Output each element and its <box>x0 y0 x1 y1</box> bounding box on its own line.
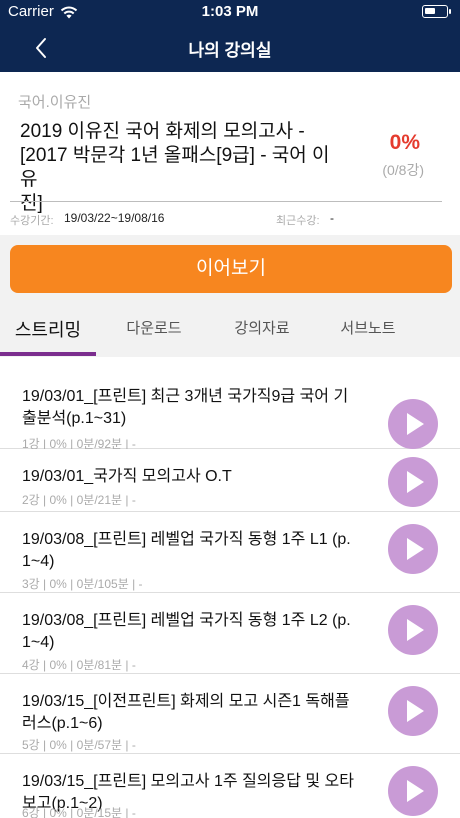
lecture-item[interactable]: 19/03/01_[프린트] 최근 3개년 국가직9급 국어 기 출분석(p.1… <box>0 369 460 451</box>
lecture-title-line: 19/03/01_국가직 모의고사 O.T <box>22 468 232 485</box>
lecture-title-line: 19/03/08_[프린트] 레벨업 국가직 동형 1주 L1 (p. <box>22 531 351 548</box>
lecture-item[interactable]: 19/03/08_[프린트] 레벨업 국가직 동형 1주 L1 (p. 1~4)… <box>0 512 460 593</box>
lecture-title-line: 19/03/15_[이전프린트] 화제의 모고 시즌1 독해플 <box>22 693 350 710</box>
lecture-meta: 3강 | 0% | 0분/105분 | - <box>22 577 143 591</box>
lecture-title: 19/03/15_[이전프린트] 화제의 모고 시즌1 독해플 러스(p.1~6… <box>22 691 382 735</box>
play-button[interactable] <box>388 766 438 816</box>
divider <box>10 201 442 202</box>
lecture-meta: 5강 | 0% | 0분/57분 | - <box>22 738 136 752</box>
recent-value: - <box>330 211 334 225</box>
tab-indicator <box>0 352 96 356</box>
lecture-item[interactable]: 19/03/01_국가직 모의고사 O.T 2강 | 0% | 0분/21분 |… <box>0 449 460 512</box>
lecture-title-line: 러스(p.1~6) <box>22 715 103 732</box>
page-title: 나의 강의실 <box>188 41 272 60</box>
continue-button[interactable]: 이어보기 <box>10 245 452 293</box>
nav-bar: 나의 강의실 <box>0 24 460 72</box>
play-button[interactable] <box>388 524 438 574</box>
play-button[interactable] <box>388 399 438 449</box>
lecture-title: 19/03/01_국가직 모의고사 O.T <box>22 466 382 488</box>
lecture-title-line: 19/03/15_[프린트] 모의고사 1주 질의응답 및 오타 <box>22 773 354 790</box>
lecture-title: 19/03/01_[프린트] 최근 3개년 국가직9급 국어 기 출분석(p.1… <box>22 386 382 430</box>
lecture-title: 19/03/08_[프린트] 레벨업 국가직 동형 1주 L2 (p. 1~4) <box>22 610 382 654</box>
lecture-item[interactable]: 19/03/08_[프린트] 레벨업 국가직 동형 1주 L2 (p. 1~4)… <box>0 593 460 674</box>
lecture-title: 19/03/08_[프린트] 레벨업 국가직 동형 1주 L1 (p. 1~4) <box>22 529 382 573</box>
play-button[interactable] <box>388 457 438 507</box>
tab-streaming[interactable]: 스트리밍 <box>0 316 96 342</box>
period-label: 수강기간: <box>10 215 54 227</box>
progress-count: (0/8강) <box>382 162 424 178</box>
progress-percent: 0% <box>389 131 420 154</box>
status-time: 1:03 PM <box>201 3 259 20</box>
lecture-title-line: 19/03/01_[프린트] 최근 3개년 국가직9급 국어 기 <box>22 388 349 405</box>
period-value: 19/03/22~19/08/16 <box>64 211 165 225</box>
lecture-item[interactable]: 19/03/15_[프린트] 모의고사 1주 질의응답 및 오타 보고(p.1~… <box>0 754 460 818</box>
lecture-title-line: 출분석(p.1~31) <box>22 410 127 427</box>
recent-label: 최근수강: <box>276 215 320 227</box>
tab-bar: 스트리밍 다운로드 강의자료 서브노트 <box>0 305 460 357</box>
lecture-meta: 6강 | 0% | 0분/15분 | - <box>22 806 136 818</box>
lecture-meta: 4강 | 0% | 0분/81분 | - <box>22 658 136 672</box>
play-button[interactable] <box>388 605 438 655</box>
lecture-title-line: 1~4) <box>22 553 55 570</box>
lecture-item[interactable]: 19/03/15_[이전프린트] 화제의 모고 시즌1 독해플 러스(p.1~6… <box>0 674 460 754</box>
play-button[interactable] <box>388 686 438 736</box>
status-bar: Carrier 1:03 PM <box>0 0 460 24</box>
battery-icon <box>422 5 451 18</box>
tab-materials[interactable]: 강의자료 <box>214 317 310 338</box>
course-instructor: 국어.이유진 <box>18 94 92 111</box>
lecture-title-line: 1~4) <box>22 634 55 651</box>
tab-subnote[interactable]: 서브노트 <box>320 317 416 338</box>
tab-download[interactable]: 다운로드 <box>106 317 202 338</box>
lecture-meta: 2강 | 0% | 0분/21분 | - <box>22 493 136 507</box>
course-title-line: [2017 박문각 1년 올패스[9급] - 국어 이유 <box>20 145 330 190</box>
course-title-line: 2019 이유진 국어 화제의 모의고사 - <box>20 121 305 142</box>
lecture-title-line: 19/03/08_[프린트] 레벨업 국가직 동형 1주 L2 (p. <box>22 612 351 629</box>
